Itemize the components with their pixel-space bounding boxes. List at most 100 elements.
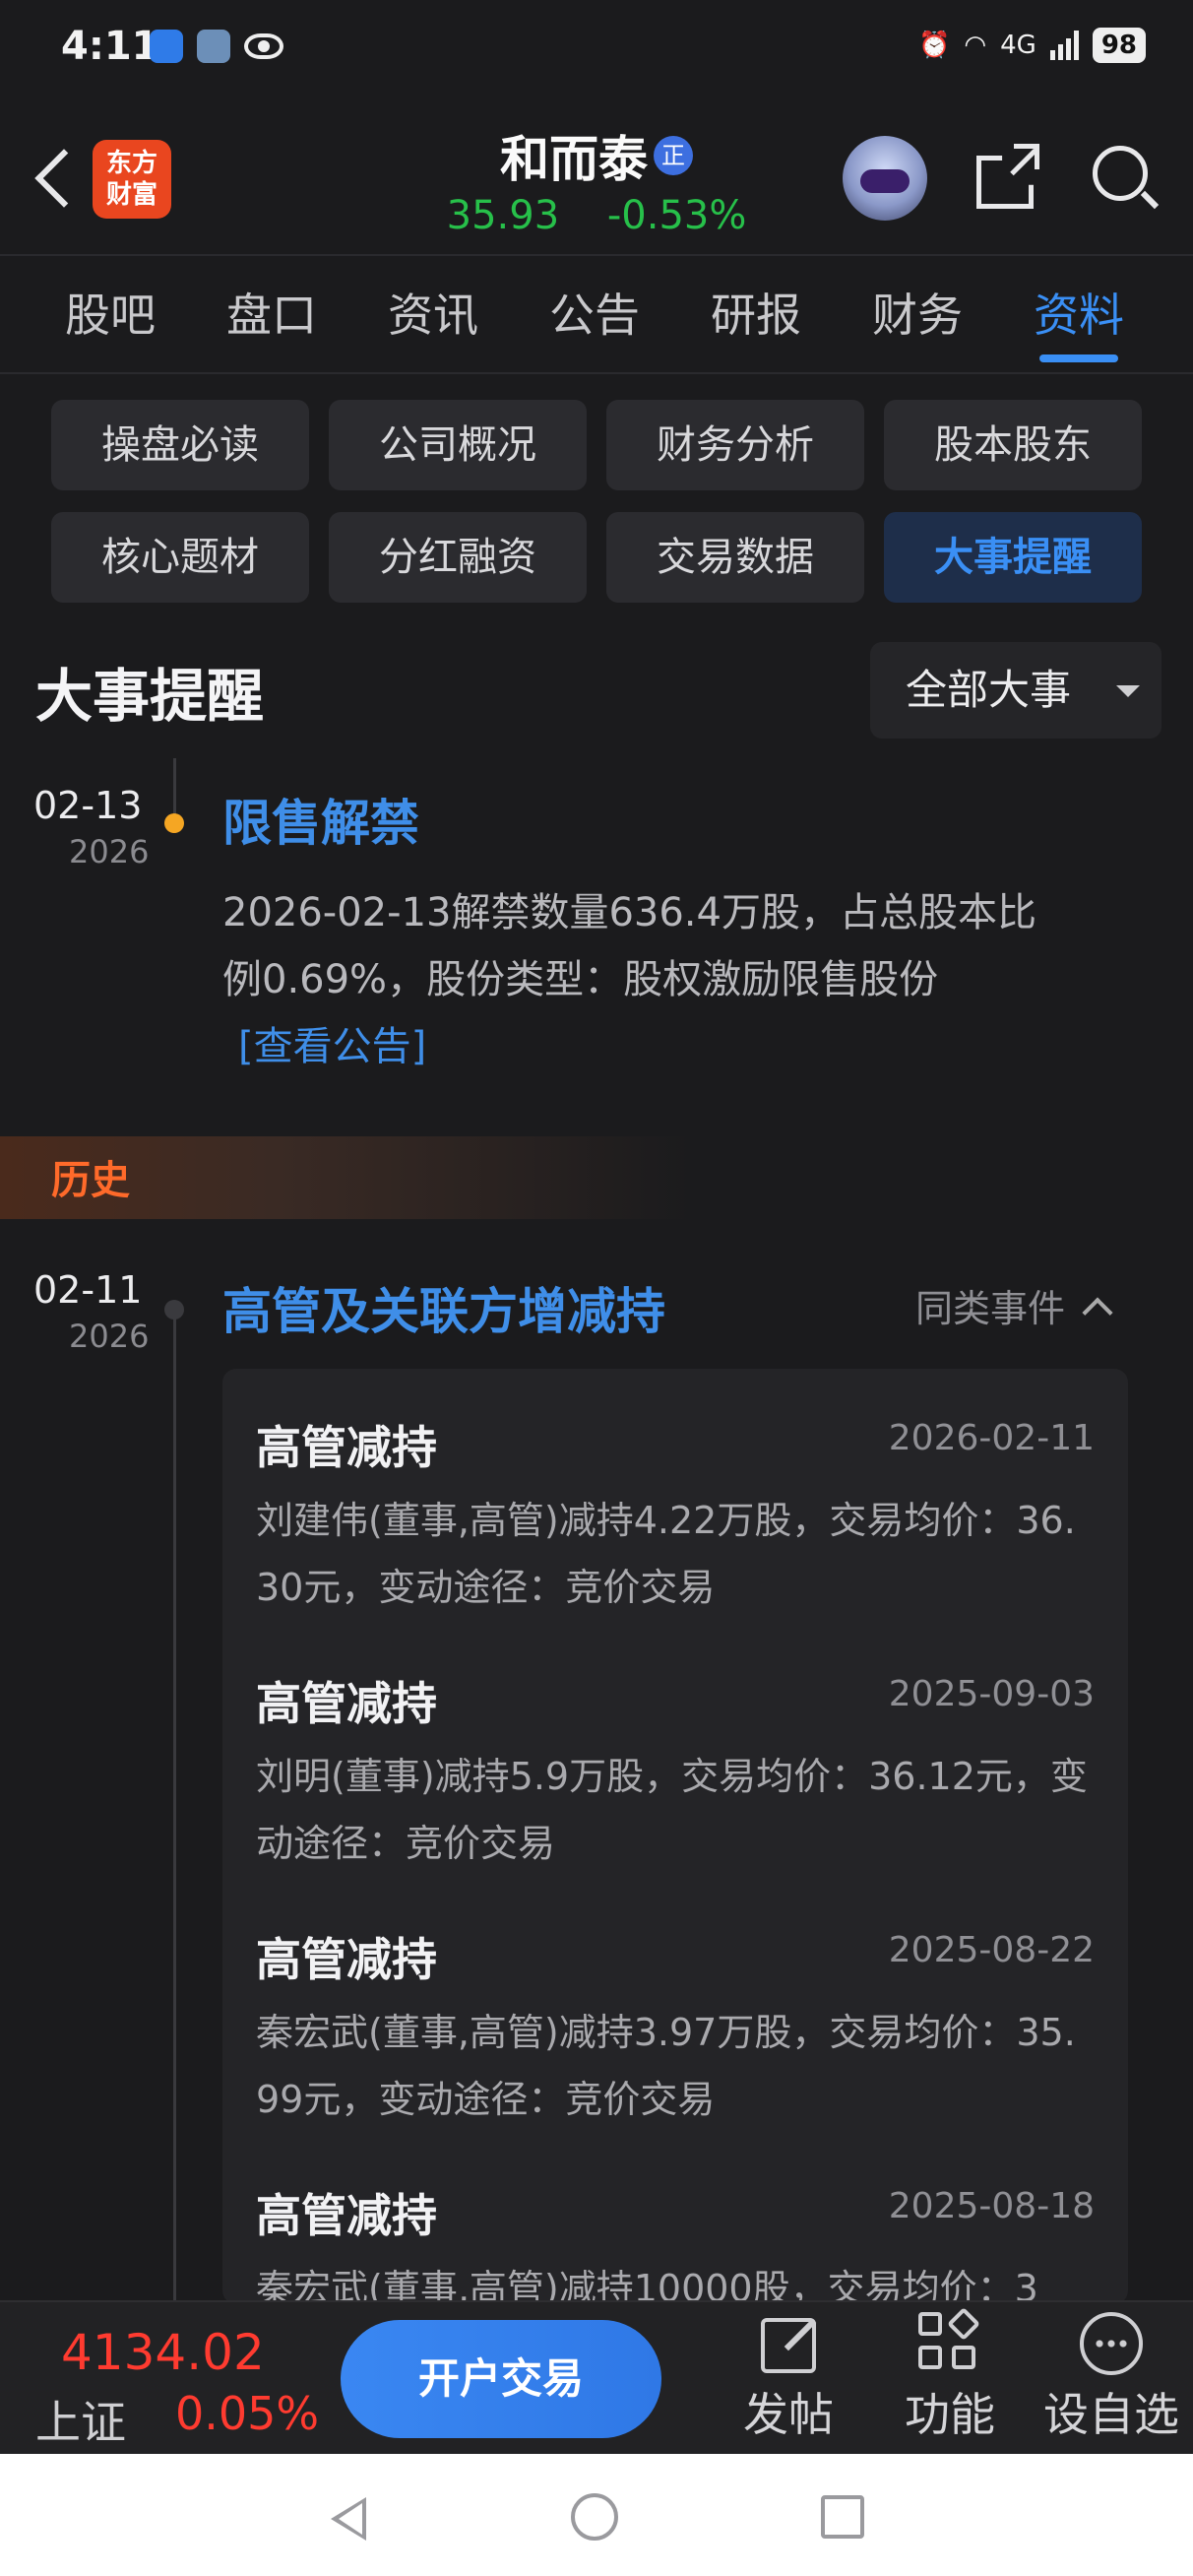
timeline-dot-history bbox=[164, 1300, 184, 1320]
chevron-up-icon bbox=[1082, 1297, 1113, 1328]
event-title[interactable]: 高管及关联方增减持 bbox=[222, 1272, 665, 1343]
chip-shareholders[interactable]: 股本股东 bbox=[884, 400, 1142, 490]
search-icon-handle bbox=[1140, 190, 1160, 210]
functions-label: 功能 bbox=[905, 2388, 995, 2441]
tab-news[interactable]: 资讯 bbox=[352, 256, 514, 374]
grid-icon-cell bbox=[947, 2307, 980, 2341]
event-filter-dropdown[interactable]: 全部大事 bbox=[870, 642, 1162, 739]
section-title: 大事提醒 bbox=[35, 663, 265, 730]
post-label: 发帖 bbox=[743, 2388, 834, 2441]
event-year: 2026 bbox=[69, 1318, 150, 1355]
open-trade-button[interactable]: 开户交易 bbox=[341, 2320, 661, 2438]
event-date: 02-13 bbox=[33, 784, 143, 827]
record-date: 2026-02-11 bbox=[888, 1418, 1095, 1458]
record-title: 高管减持 bbox=[256, 1677, 437, 1730]
bottom-bar: 4134.02 上证 0.05% 开户交易 发帖 功能 设自选 bbox=[0, 2300, 1193, 2454]
screen: 4:11 ⏰ ◠ 4G 98 东方 财富 和而泰正 35.93 -0.53% 股… bbox=[0, 0, 1193, 2576]
tabs-divider bbox=[0, 372, 1193, 374]
more-icon-dots bbox=[1094, 2340, 1129, 2348]
profile-subnav: 操盘必读 公司概况 财务分析 股本股东 核心题材 分红融资 交易数据 大事提醒 bbox=[51, 400, 1146, 603]
event-year: 2026 bbox=[69, 833, 150, 870]
chip-trading-must-read[interactable]: 操盘必读 bbox=[51, 400, 309, 490]
add-watchlist-button[interactable]: 设自选 bbox=[1037, 2312, 1185, 2444]
system-navigation-bar bbox=[0, 2454, 1193, 2576]
index-change: 0.05% bbox=[175, 2387, 320, 2440]
chip-major-events[interactable]: 大事提醒 bbox=[884, 512, 1142, 603]
eye-icon bbox=[244, 33, 283, 59]
grid-icon-cell bbox=[952, 2346, 975, 2369]
grid-icon bbox=[918, 2307, 981, 2375]
record-description: 刘明(董事)减持5.9万股，交易均价：36.12元，变动途径：竞价交易 bbox=[256, 1755, 1088, 1865]
record-date: 2025-09-03 bbox=[888, 1674, 1095, 1714]
index-name: 上证 bbox=[35, 2396, 126, 2449]
record-date: 2025-08-18 bbox=[888, 2186, 1095, 2226]
tab-research[interactable]: 研报 bbox=[675, 256, 837, 374]
event-filter-value: 全部大事 bbox=[906, 666, 1072, 714]
index-value: 4134.02 bbox=[61, 2324, 265, 2381]
record-title: 高管减持 bbox=[256, 1421, 437, 1474]
edit-icon bbox=[757, 2312, 820, 2375]
functions-button[interactable]: 功能 bbox=[876, 2307, 1024, 2444]
main-tabs: 股吧 盘口 资讯 公告 研报 财务 资料 bbox=[0, 256, 1193, 374]
tab-guba[interactable]: 股吧 bbox=[30, 256, 191, 374]
list-item[interactable]: 高管减持 2026-02-11 刘建伟(董事,高管)减持4.22万股，交易均价：… bbox=[256, 1412, 1095, 1648]
similar-events-label: 同类事件 bbox=[915, 1287, 1066, 1330]
system-status-icons: ⏰ ◠ 4G 98 bbox=[918, 28, 1146, 63]
status-time: 4:11 bbox=[61, 24, 159, 69]
grid-icon-cell bbox=[918, 2346, 942, 2369]
nav-recent-icon[interactable] bbox=[821, 2495, 864, 2539]
search-icon-ring bbox=[1093, 146, 1148, 201]
history-label: 历史 bbox=[51, 1158, 130, 1203]
nav-back-icon[interactable] bbox=[331, 2497, 366, 2541]
notification-icons bbox=[150, 30, 283, 63]
tab-pankou[interactable]: 盘口 bbox=[191, 256, 352, 374]
chip-dividends[interactable]: 分红融资 bbox=[329, 512, 587, 603]
similar-events-card: 高管减持 2026-02-11 刘建伟(董事,高管)减持4.22万股，交易均价：… bbox=[222, 1369, 1128, 2304]
network-type: 4G bbox=[1000, 31, 1036, 60]
add-watchlist-label: 设自选 bbox=[1043, 2388, 1179, 2441]
chip-trading-data[interactable]: 交易数据 bbox=[606, 512, 864, 603]
stock-badge-icon: 正 bbox=[654, 136, 693, 175]
similar-events-toggle[interactable]: 同类事件 bbox=[915, 1278, 1113, 1332]
record-title: 高管减持 bbox=[256, 1933, 437, 1986]
stock-change: -0.53% bbox=[606, 193, 747, 238]
app-notification-icon bbox=[150, 30, 183, 63]
view-announcement-link[interactable]: [查看公告] bbox=[238, 1024, 426, 1069]
ai-assistant-button[interactable] bbox=[843, 136, 927, 221]
list-item[interactable]: 高管减持 2025-08-22 秦宏武(董事,高管)减持3.97万股，交易均价：… bbox=[256, 1924, 1095, 2160]
event-description: 2026-02-13解禁数量636.4万股，占总股本比 例0.69%，股份类型：… bbox=[222, 879, 1128, 1080]
event-title[interactable]: 限售解禁 bbox=[222, 784, 419, 855]
gallery-notification-icon bbox=[197, 30, 230, 63]
stock-name: 和而泰 bbox=[500, 131, 648, 188]
event-description-line: 2026-02-13解禁数量636.4万股，占总股本比 bbox=[222, 890, 1036, 935]
chip-core-themes[interactable]: 核心题材 bbox=[51, 512, 309, 603]
timeline-dot-upcoming bbox=[164, 813, 184, 833]
stock-price: 35.93 bbox=[446, 193, 560, 238]
timeline-line bbox=[173, 1310, 176, 2300]
caret-down-icon bbox=[1116, 685, 1140, 697]
list-item[interactable]: 高管减持 2025-08-18 秦宏武(董事,高管)减持10000股，交易均价：… bbox=[256, 2180, 1095, 2304]
signal-icon bbox=[1049, 31, 1079, 60]
event-description-line: 例0.69%，股份类型：股权激励限售股份 bbox=[222, 957, 939, 1002]
nav-home-icon[interactable] bbox=[571, 2493, 618, 2541]
tab-finance[interactable]: 财务 bbox=[837, 256, 998, 374]
record-description: 刘建伟(董事,高管)减持4.22万股，交易均价：36.30元，变动途径：竞价交易 bbox=[256, 1499, 1076, 1609]
tab-announcements[interactable]: 公告 bbox=[514, 256, 675, 374]
wifi-icon: ◠ bbox=[964, 31, 987, 60]
search-icon[interactable] bbox=[1087, 140, 1162, 215]
battery-indicator: 98 bbox=[1092, 28, 1146, 63]
chip-company-overview[interactable]: 公司概况 bbox=[329, 400, 587, 490]
share-icon[interactable] bbox=[973, 144, 1039, 211]
alarm-icon: ⏰ bbox=[918, 31, 951, 60]
post-button[interactable]: 发帖 bbox=[715, 2312, 862, 2444]
chip-financial-analysis[interactable]: 财务分析 bbox=[606, 400, 864, 490]
record-title: 高管减持 bbox=[256, 2189, 437, 2242]
status-bar: 4:11 ⏰ ◠ 4G 98 bbox=[0, 0, 1193, 98]
event-date: 02-11 bbox=[33, 1268, 143, 1312]
more-icon bbox=[1080, 2312, 1143, 2375]
tab-profile[interactable]: 资料 bbox=[998, 256, 1160, 374]
record-date: 2025-08-22 bbox=[888, 1930, 1095, 1970]
record-description: 秦宏武(董事,高管)减持3.97万股，交易均价：35.99元，变动途径：竞价交易 bbox=[256, 2011, 1076, 2121]
stock-header: 东方 财富 和而泰正 35.93 -0.53% bbox=[0, 108, 1193, 256]
list-item[interactable]: 高管减持 2025-09-03 刘明(董事)减持5.9万股，交易均价：36.12… bbox=[256, 1668, 1095, 1904]
